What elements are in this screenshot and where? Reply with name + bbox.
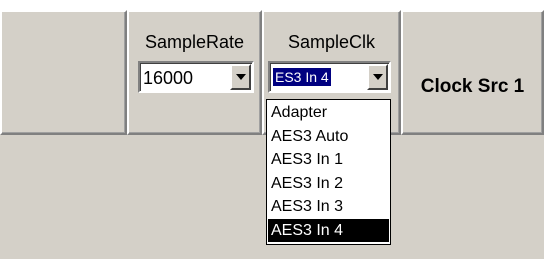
sample-clk-dropdown-button[interactable] [367,64,388,90]
sample-rate-label: SampleRate [144,32,245,52]
empty-cell [0,10,127,135]
clock-src-label: Clock Src 1 [420,76,525,97]
dropdown-item-aes3-in-1[interactable]: AES3 In 1 [268,148,389,172]
dropdown-item-aes3-auto[interactable]: AES3 Auto [268,125,389,149]
dropdown-item-aes3-in-4[interactable]: AES3 In 4 [268,218,389,242]
screen: SampleRate 16000 SampleClk ES3 In 4 Cloc… [0,0,544,259]
sample-rate-cell: SampleRate 16000 [127,10,262,135]
sample-clk-combobox[interactable]: ES3 In 4 [268,61,391,93]
sample-clk-dropdown-list[interactable]: Adapter AES3 Auto AES3 In 1 AES3 In 2 AE… [266,99,391,245]
sample-rate-combobox[interactable]: 16000 [138,61,254,93]
chevron-down-icon [373,74,383,80]
chevron-down-icon [236,74,246,80]
sample-rate-value: 16000 [143,68,194,88]
dropdown-item-adapter[interactable]: Adapter [268,101,389,125]
sample-clk-value: ES3 In 4 [272,67,332,87]
dropdown-item-aes3-in-3[interactable]: AES3 In 3 [268,195,389,219]
sample-clk-label: SampleClk [287,32,376,52]
dropdown-item-aes3-in-2[interactable]: AES3 In 2 [268,172,389,196]
clock-src-cell[interactable]: Clock Src 1 [401,10,544,135]
sample-rate-dropdown-button[interactable] [230,64,251,90]
